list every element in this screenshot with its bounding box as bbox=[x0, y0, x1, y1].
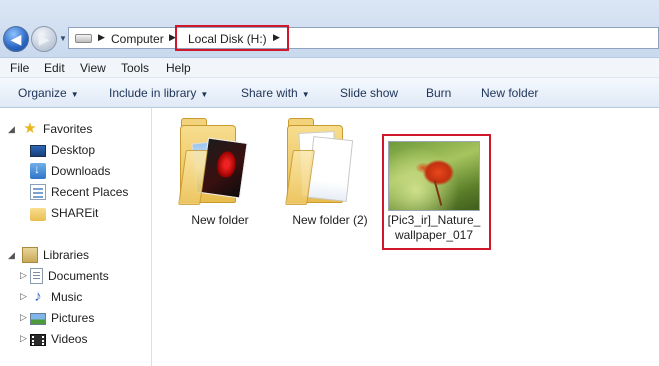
menu-edit[interactable]: Edit bbox=[44, 61, 65, 75]
menu-file[interactable]: File bbox=[10, 61, 29, 75]
navigation-pane: ◢ ★ Favorites Desktop Downloads Recent P… bbox=[0, 108, 152, 366]
slide-show-button[interactable]: Slide show bbox=[340, 86, 398, 100]
back-button[interactable]: ◀ bbox=[3, 26, 29, 52]
nav-favorites-label: Favorites bbox=[43, 122, 93, 136]
menu-bar: File Edit View Tools Help bbox=[0, 58, 659, 78]
share-with-button[interactable]: Share with ▼ bbox=[241, 86, 310, 100]
expand-arrow-icon[interactable]: ▷ bbox=[20, 333, 27, 344]
folder-icon bbox=[30, 208, 46, 221]
pictures-icon bbox=[30, 313, 46, 325]
expand-favorites-icon[interactable]: ◢ bbox=[8, 124, 15, 135]
new-folder-button[interactable]: New folder bbox=[481, 86, 538, 100]
chevron-down-icon: ▼ bbox=[70, 90, 79, 99]
nav-favorites[interactable]: ★ Favorites bbox=[22, 120, 92, 138]
include-in-library-button[interactable]: Include in library ▼ bbox=[109, 86, 208, 100]
expand-arrow-icon[interactable]: ▷ bbox=[20, 312, 27, 323]
videos-icon bbox=[30, 334, 46, 346]
expand-arrow-icon[interactable]: ▷ bbox=[20, 291, 27, 302]
music-icon: ♪ bbox=[34, 288, 42, 305]
nav-item-label: Music bbox=[51, 290, 83, 304]
nav-item-recent-places[interactable]: Recent Places bbox=[30, 183, 128, 201]
command-bar: Organize ▼ Include in library ▼ Share with… bbox=[0, 78, 659, 108]
breadcrumb-computer[interactable]: Computer bbox=[111, 32, 164, 46]
nav-libraries-label: Libraries bbox=[43, 248, 90, 262]
nav-item-label: SHAREit bbox=[51, 206, 99, 220]
nav-item-label: Desktop bbox=[51, 143, 96, 157]
libraries-icon bbox=[22, 247, 38, 263]
chevron-down-icon: ▼ bbox=[200, 90, 209, 99]
expand-libraries-icon[interactable]: ◢ bbox=[8, 250, 15, 261]
downloads-icon bbox=[30, 162, 46, 179]
computer-drive-icon bbox=[75, 34, 92, 43]
nav-item-downloads[interactable]: Downloads bbox=[30, 162, 110, 180]
nav-item-label: Recent Places bbox=[51, 185, 129, 199]
back-arrow-icon: ◀ bbox=[10, 30, 22, 47]
breadcrumb-separator-icon[interactable]: ▶ bbox=[98, 32, 105, 43]
preview-photo bbox=[200, 137, 248, 199]
menu-tools[interactable]: Tools bbox=[121, 61, 149, 75]
forward-arrow-icon: ▶ bbox=[38, 30, 50, 47]
desktop-icon bbox=[30, 145, 46, 157]
expand-arrow-icon[interactable]: ▷ bbox=[20, 270, 27, 281]
nav-item-music[interactable]: ♪ Music bbox=[30, 288, 82, 306]
menu-view[interactable]: View bbox=[80, 61, 106, 75]
highlight-box-address bbox=[175, 25, 289, 51]
address-box[interactable]: ▶ Computer ▶ Local Disk (H:) ▶ bbox=[68, 27, 659, 49]
menu-help[interactable]: Help bbox=[166, 61, 191, 75]
nav-libraries[interactable]: Libraries bbox=[22, 246, 89, 264]
recent-places-icon bbox=[30, 184, 46, 200]
star-icon: ★ bbox=[23, 120, 37, 137]
share-with-label: Share with bbox=[241, 86, 298, 100]
nav-item-desktop[interactable]: Desktop bbox=[30, 141, 95, 159]
nav-item-label: Documents bbox=[48, 269, 109, 283]
address-bar-area: ◀ ▶ ▼ ▶ Computer ▶ Local Disk (H:) ▶ bbox=[0, 0, 659, 58]
documents-icon bbox=[30, 268, 43, 284]
organize-label: Organize bbox=[18, 86, 67, 100]
file-name: New folder (2) bbox=[292, 213, 368, 227]
forward-button[interactable]: ▶ bbox=[31, 26, 57, 52]
organize-button[interactable]: Organize ▼ bbox=[18, 86, 79, 100]
file-name: New folder bbox=[191, 213, 249, 227]
nav-item-shareit[interactable]: SHAREit bbox=[30, 204, 98, 222]
highlight-box-file bbox=[382, 134, 491, 250]
burn-button[interactable]: Burn bbox=[426, 86, 451, 100]
nav-item-label: Videos bbox=[51, 332, 88, 346]
nav-item-label: Pictures bbox=[51, 311, 95, 325]
nav-item-pictures[interactable]: Pictures bbox=[30, 309, 94, 327]
include-in-library-label: Include in library bbox=[109, 86, 197, 100]
nav-item-documents[interactable]: Documents bbox=[30, 267, 109, 285]
recent-pages-dropdown-icon[interactable]: ▼ bbox=[59, 34, 67, 43]
nav-item-label: Downloads bbox=[51, 164, 111, 178]
nav-item-videos[interactable]: Videos bbox=[30, 330, 87, 348]
preview-document bbox=[306, 136, 354, 202]
chevron-down-icon: ▼ bbox=[301, 90, 310, 99]
